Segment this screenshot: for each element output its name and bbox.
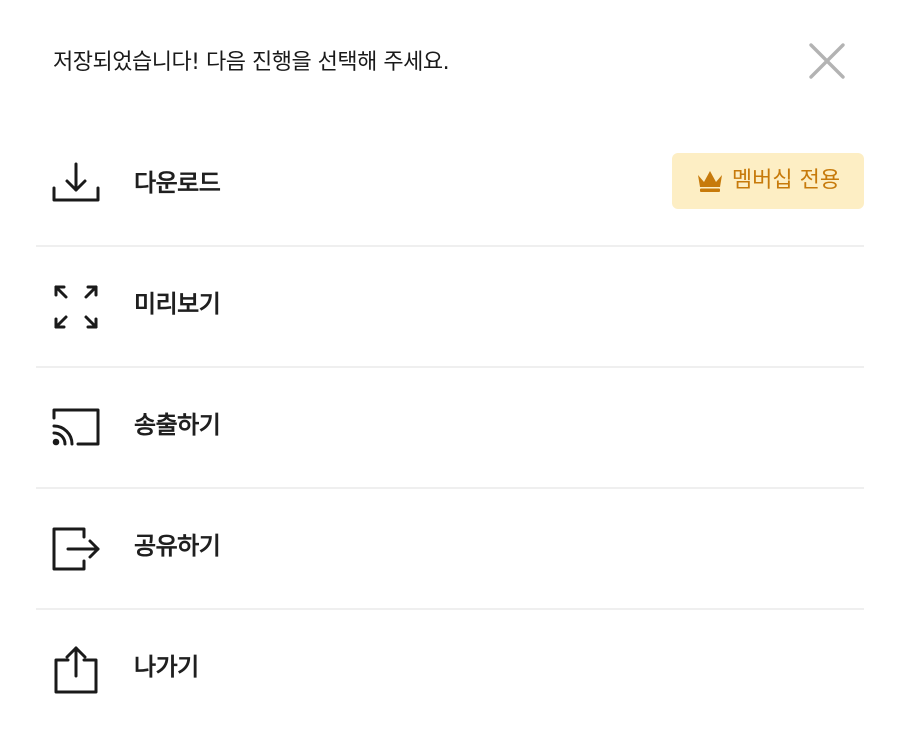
download-icon — [50, 160, 102, 212]
close-icon — [809, 43, 845, 79]
expand-icon — [50, 281, 102, 333]
menu-item-cast[interactable]: 송출하기 — [36, 368, 864, 489]
menu-item-label: 송출하기 — [134, 411, 221, 439]
menu-item-download[interactable]: 다운로드 멤버십 전용 — [36, 126, 864, 247]
menu-item-label: 다운로드 — [134, 169, 221, 197]
action-menu: 다운로드 멤버십 전용 미리보기 송출하기 공유하기 나가기 — [36, 126, 864, 729]
crown-icon — [696, 169, 724, 193]
cast-icon — [50, 402, 102, 454]
share-icon — [50, 523, 102, 575]
export-icon — [50, 644, 102, 696]
dialog-title: 저장되었습니다! 다음 진행을 선택해 주세요. — [53, 50, 450, 75]
close-button[interactable] — [802, 38, 850, 86]
menu-item-preview[interactable]: 미리보기 — [36, 247, 864, 368]
menu-item-exit[interactable]: 나가기 — [36, 610, 864, 729]
menu-item-share[interactable]: 공유하기 — [36, 489, 864, 610]
dialog-header: 저장되었습니다! 다음 진행을 선택해 주세요. — [0, 0, 900, 120]
menu-item-label: 미리보기 — [134, 290, 221, 318]
badge-label: 멤버십 전용 — [731, 168, 841, 193]
membership-only-badge: 멤버십 전용 — [672, 153, 864, 209]
menu-item-label: 공유하기 — [134, 532, 221, 560]
menu-item-label: 나가기 — [134, 653, 199, 681]
